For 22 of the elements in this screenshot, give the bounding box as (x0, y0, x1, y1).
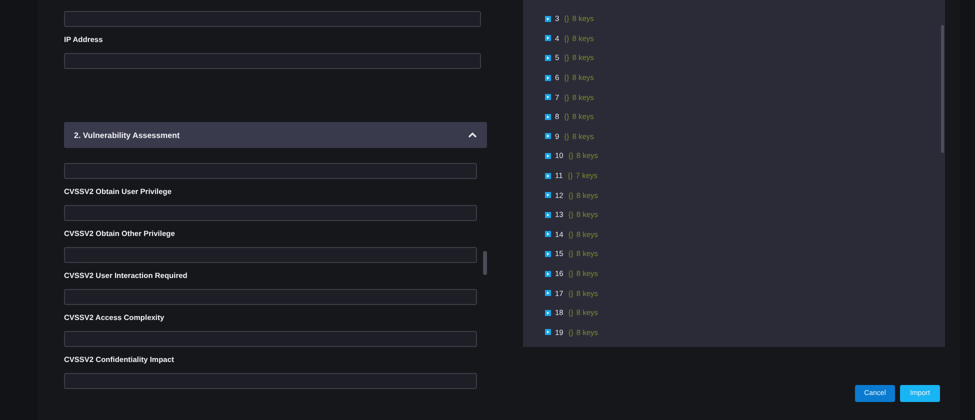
scrollbar-thumb[interactable] (941, 25, 944, 153)
expand-icon[interactable] (545, 94, 551, 100)
expand-icon[interactable] (545, 114, 551, 120)
expand-icon[interactable] (545, 290, 551, 296)
expand-icon[interactable] (545, 16, 551, 22)
expand-icon[interactable] (545, 74, 551, 81)
expand-icon[interactable] (545, 192, 551, 198)
expand-icon[interactable] (545, 133, 551, 140)
expand-icon[interactable] (545, 329, 551, 336)
expand-icon[interactable] (545, 54, 551, 61)
expand-icon[interactable] (545, 212, 551, 218)
expand-icon[interactable] (545, 310, 551, 316)
expand-icon[interactable] (545, 250, 551, 257)
expand-icon[interactable] (545, 152, 551, 159)
scrollbar-thumb[interactable] (483, 251, 487, 275)
section-title: 2. Vulnerability Assessment (74, 130, 180, 140)
expand-icon[interactable] (545, 231, 551, 238)
chevron-icon (468, 132, 477, 138)
section-header[interactable]: 2. Vulnerability Assessment (64, 122, 487, 148)
expand-icon[interactable] (545, 270, 551, 277)
expand-icon[interactable] (545, 172, 551, 179)
expand-icon[interactable] (545, 35, 551, 42)
